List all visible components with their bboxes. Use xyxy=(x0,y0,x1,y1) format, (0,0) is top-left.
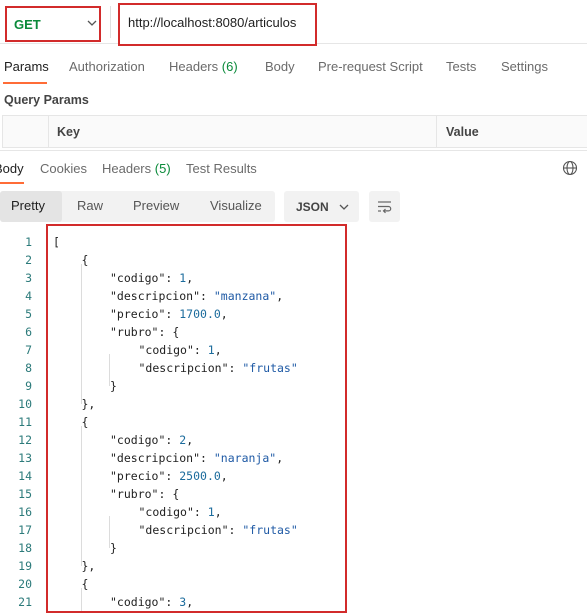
chevron-down-icon xyxy=(87,20,97,26)
tab-response-body[interactable]: Body xyxy=(0,161,24,176)
mode-preview[interactable]: Preview xyxy=(133,198,179,213)
table-checkbox-column xyxy=(3,116,49,147)
highlight-box xyxy=(46,224,347,613)
line-number: 13 xyxy=(18,451,32,465)
tab-params[interactable]: Params xyxy=(4,59,49,74)
key-column: Key xyxy=(49,116,437,147)
line-number: 16 xyxy=(18,505,32,519)
request-bar: GET http://localhost:8080/articulos xyxy=(0,0,587,46)
mode-visualize[interactable]: Visualize xyxy=(210,198,262,213)
tab-pre-request-script[interactable]: Pre-request Script xyxy=(318,59,423,74)
method-label: GET xyxy=(14,17,41,32)
tab-headers[interactable]: Headers (6) xyxy=(169,59,238,74)
tab-label: Body xyxy=(265,59,295,74)
tab-test-results[interactable]: Test Results xyxy=(186,161,257,176)
column-header-value: Value xyxy=(446,125,479,139)
column-header-key: Key xyxy=(57,125,80,139)
line-number: 6 xyxy=(25,325,32,339)
tab-count: (6) xyxy=(221,59,238,74)
line-number: 10 xyxy=(18,397,32,411)
tab-label: Settings xyxy=(501,59,548,74)
tab-label: Headers xyxy=(169,59,219,74)
line-number: 17 xyxy=(18,523,32,537)
tab-settings[interactable]: Settings xyxy=(501,59,548,74)
tab-label: Body xyxy=(0,161,24,176)
line-number: 20 xyxy=(18,577,32,591)
line-number: 11 xyxy=(18,415,32,429)
url-input[interactable]: http://localhost:8080/articulos xyxy=(118,3,317,46)
active-tab-underline xyxy=(0,182,24,184)
tab-response-headers[interactable]: Headers (5) xyxy=(102,161,171,176)
tab-tests[interactable]: Tests xyxy=(446,59,476,74)
value-column: Value xyxy=(437,116,587,147)
method-select[interactable]: GET xyxy=(5,6,101,42)
line-number: 7 xyxy=(25,343,32,357)
wrap-lines-button[interactable] xyxy=(369,191,400,222)
active-tab-underline xyxy=(3,82,47,84)
query-params-table: Key Value xyxy=(2,115,587,148)
line-number: 4 xyxy=(25,289,32,303)
line-number: 1 xyxy=(25,235,32,249)
line-number: 21 xyxy=(18,595,32,609)
wrap-lines-icon xyxy=(378,201,392,214)
view-mode-segmented: Pretty Raw Preview Visualize xyxy=(0,191,275,222)
mode-pretty[interactable]: Pretty xyxy=(11,198,45,213)
tab-count: (5) xyxy=(154,161,171,176)
line-number: 18 xyxy=(18,541,32,555)
query-params-title: Query Params xyxy=(4,93,89,107)
line-number: 12 xyxy=(18,433,32,447)
url-text: http://localhost:8080/articulos xyxy=(128,15,297,30)
tab-label: Headers xyxy=(102,161,152,176)
line-number: 8 xyxy=(25,361,32,375)
divider xyxy=(110,6,111,38)
tab-label: Tests xyxy=(446,59,477,74)
mode-raw[interactable]: Raw xyxy=(77,198,103,213)
tab-label: Pre-request Script xyxy=(318,59,423,74)
format-select[interactable]: JSON xyxy=(284,191,359,222)
line-number: 5 xyxy=(25,307,32,321)
tab-label: Cookies xyxy=(40,161,87,176)
format-label: JSON xyxy=(296,200,329,214)
tab-label: Authorization xyxy=(69,59,145,74)
tab-label: Params xyxy=(4,59,49,74)
line-number: 15 xyxy=(18,487,32,501)
globe-icon[interactable] xyxy=(562,160,578,176)
request-tabs: Params Authorization Headers (6) Body Pr… xyxy=(0,50,587,84)
line-number: 14 xyxy=(18,469,32,483)
line-number: 3 xyxy=(25,271,32,285)
line-number: 19 xyxy=(18,559,32,573)
tab-authorization[interactable]: Authorization xyxy=(69,59,145,74)
chevron-down-icon xyxy=(339,204,349,210)
response-tabs: Body Cookies Headers (5) Test Results xyxy=(0,150,587,184)
tab-label: Test Results xyxy=(186,161,257,176)
tab-body[interactable]: Body xyxy=(265,59,295,74)
line-number: 9 xyxy=(25,379,32,393)
line-number: 2 xyxy=(25,253,32,267)
tab-cookies[interactable]: Cookies xyxy=(40,161,87,176)
